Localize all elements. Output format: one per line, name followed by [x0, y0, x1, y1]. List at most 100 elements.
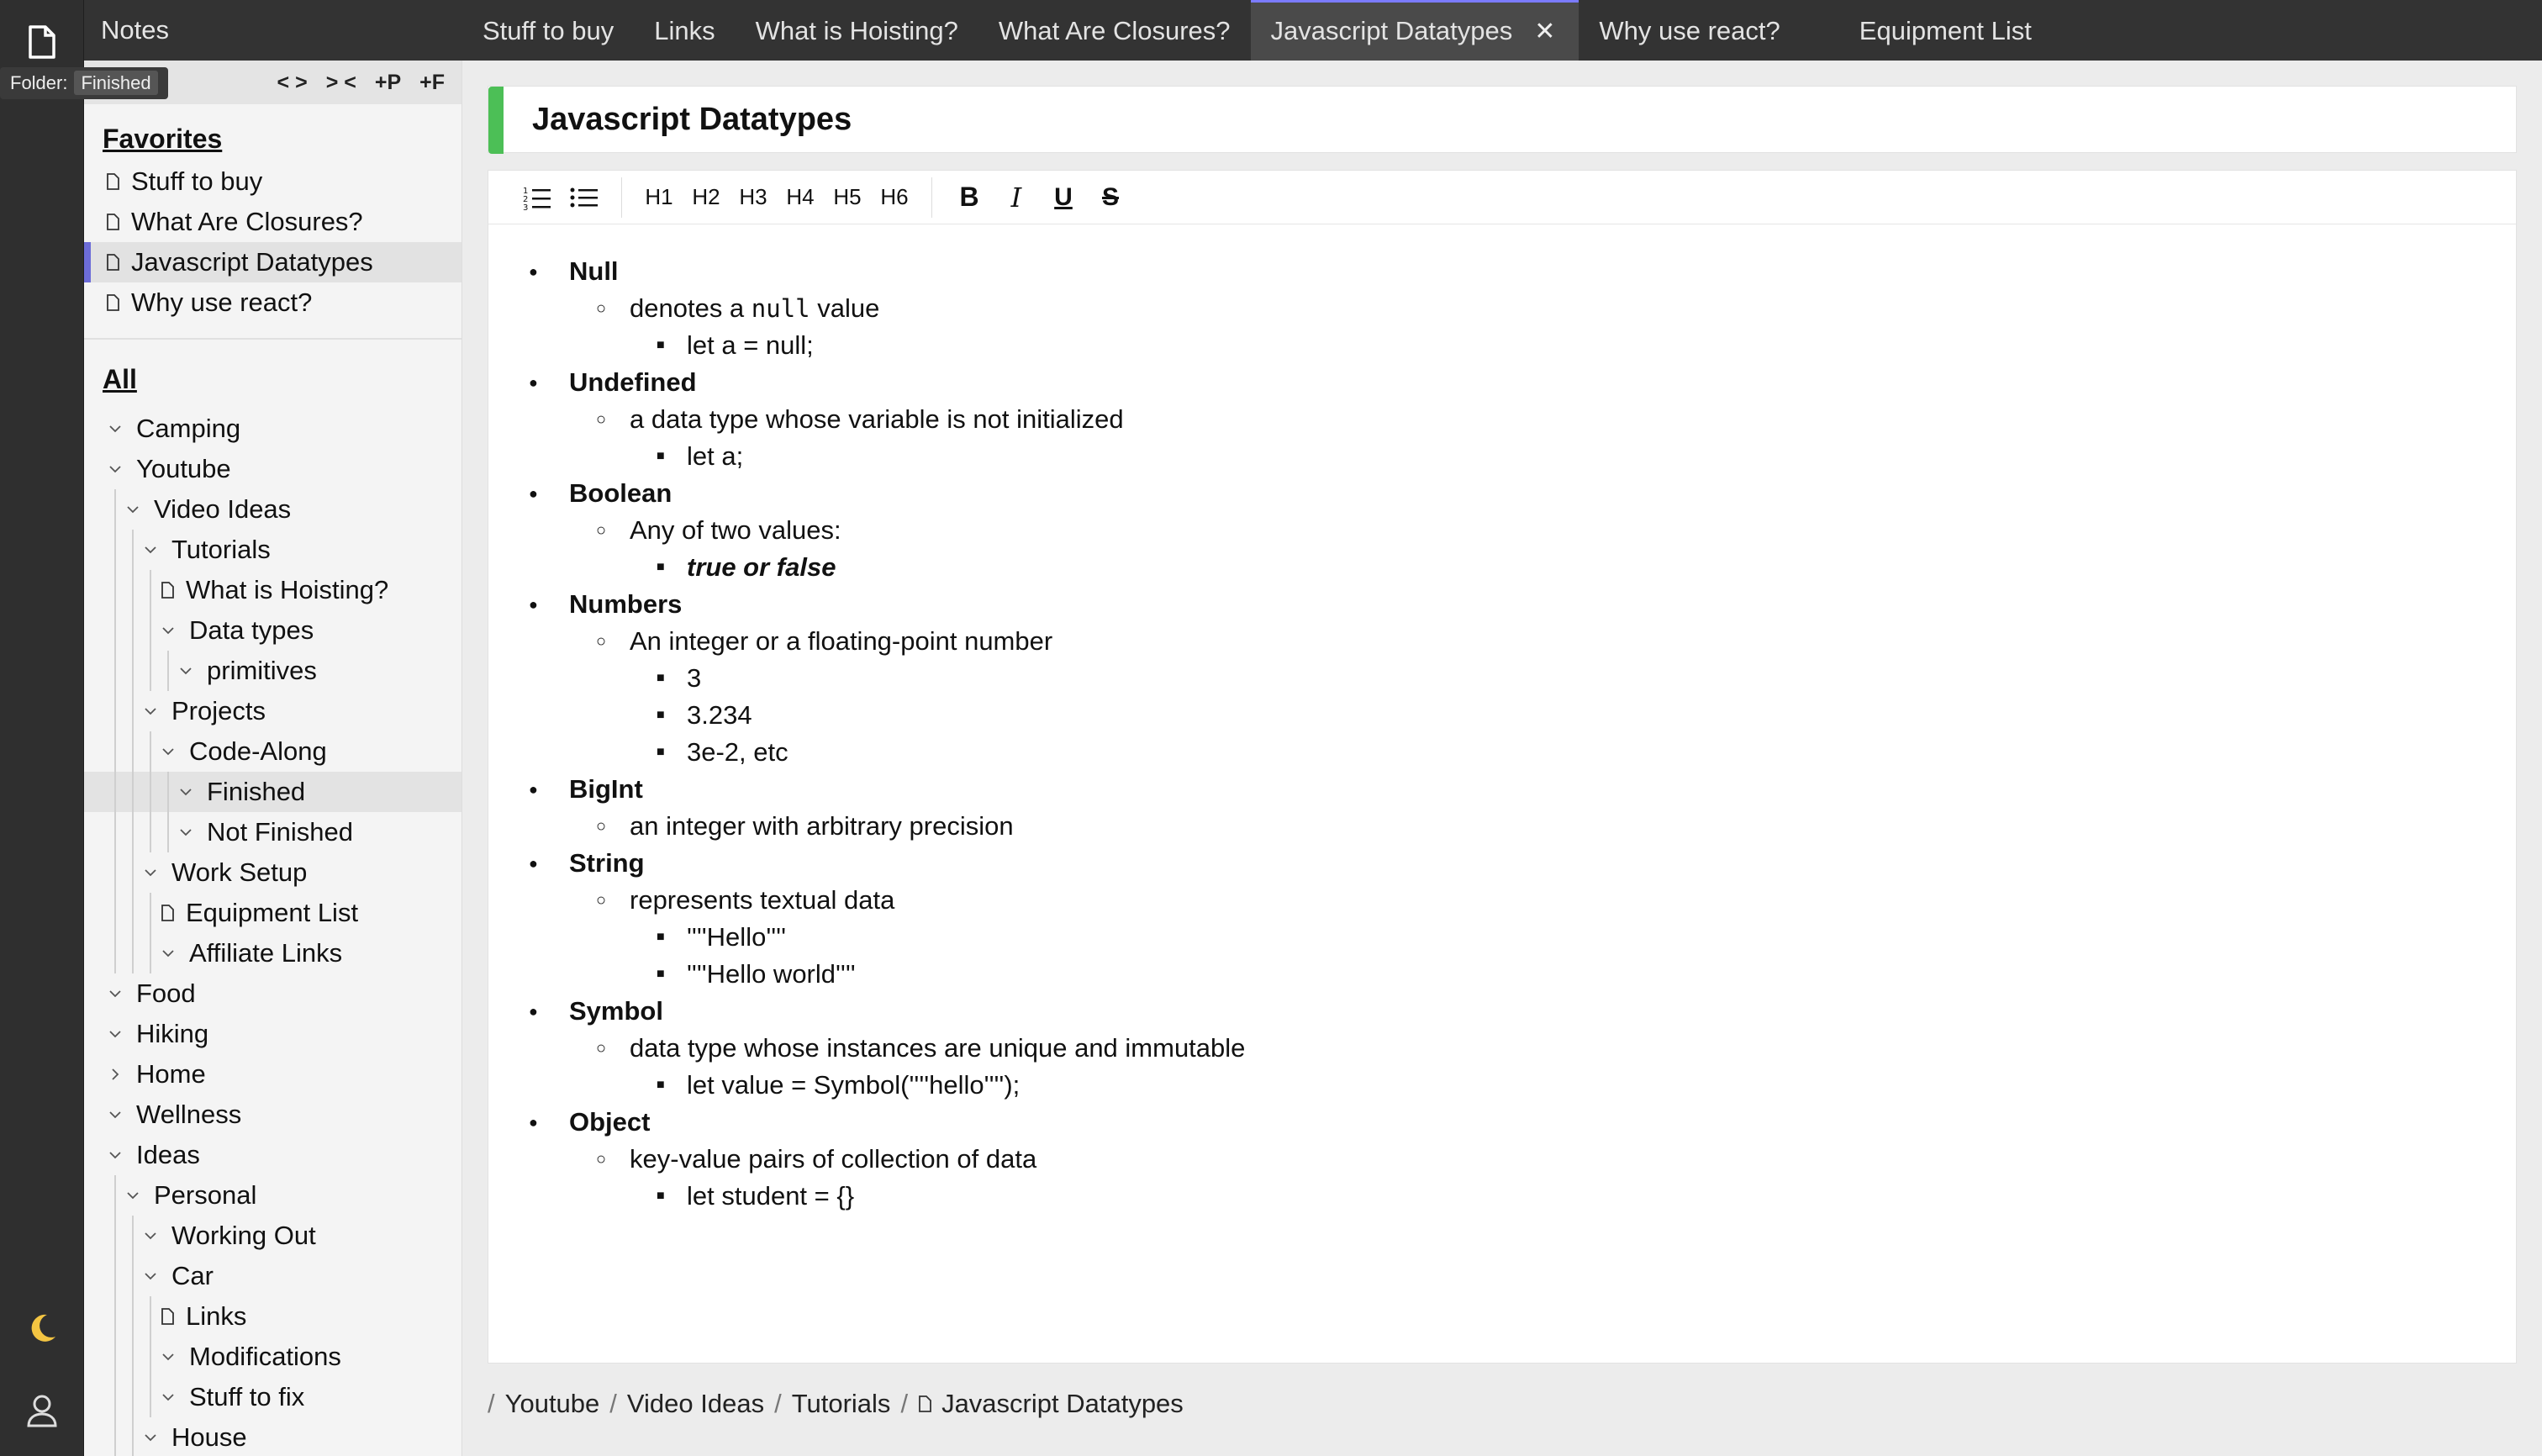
tree-item-label: primitives: [207, 656, 317, 685]
tree-guide-line: [150, 1377, 151, 1417]
tree-folder-item[interactable]: Personal: [84, 1175, 461, 1216]
new-folder-button[interactable]: +F: [419, 71, 445, 95]
tree-guide-line: [132, 852, 134, 893]
tree-folder-item[interactable]: Modifications: [84, 1337, 461, 1377]
chevron-down-icon: [124, 505, 142, 514]
file-icon: [106, 161, 119, 202]
folder-tree: Camping Youtube Video Ideas Tutorials What i…: [84, 402, 461, 1456]
breadcrumb-link[interactable]: Video Ideas: [627, 1379, 764, 1429]
chevron-down-icon: [159, 1393, 177, 1401]
favorite-item-active[interactable]: Javascript Datatypes: [84, 242, 461, 282]
tab-javascript-datatypes[interactable]: Javascript Datatypes ✕: [1250, 0, 1580, 61]
tree-folder-item[interactable]: Youtube: [84, 449, 461, 489]
tree-item-label: Food: [136, 979, 196, 1008]
underline-button[interactable]: U: [1040, 171, 1087, 224]
breadcrumb-link[interactable]: Youtube: [505, 1379, 600, 1429]
bold-button[interactable]: B: [946, 171, 993, 224]
tree-folder-item[interactable]: Affiliate Links: [84, 933, 461, 973]
heading-4-button[interactable]: H4: [777, 171, 824, 224]
tree-folder-item[interactable]: Hiking: [84, 1014, 461, 1054]
note-editor[interactable]: 123 H1 H2 H3 H4 H5 H6 B I U S Null denot…: [488, 170, 2517, 1364]
tree-folder-item[interactable]: Finished: [84, 772, 461, 812]
item-text: Any of two values:: [630, 515, 841, 545]
close-tab-icon[interactable]: ✕: [1534, 18, 1555, 45]
tab-links[interactable]: Links: [634, 0, 735, 61]
item-text: represents textual data: [630, 885, 895, 915]
tree-file-item[interactable]: Equipment List: [84, 893, 461, 933]
tree-item-label: Car: [171, 1261, 214, 1290]
tree-folder-item[interactable]: primitives: [84, 651, 461, 691]
tree-folder-item[interactable]: Not Finished: [84, 812, 461, 852]
title-color-tag[interactable]: [488, 87, 504, 154]
tab-why-use-react[interactable]: Why use react?: [1579, 0, 1800, 61]
tree-item-label: Video Ideas: [154, 494, 292, 524]
list-item: 3: [657, 660, 2516, 697]
dark-mode-moon-icon[interactable]: [0, 1303, 84, 1353]
tab-what-are-closures[interactable]: What Are Closures?: [978, 0, 1251, 61]
note-content[interactable]: Null denotes a null value let a = null; …: [488, 224, 2516, 1215]
tree-folder-item[interactable]: Food: [84, 973, 461, 1014]
expand-all-button[interactable]: < >: [277, 71, 308, 95]
tree-guide-line: [114, 731, 116, 772]
user-icon[interactable]: [0, 1385, 84, 1436]
tree-guide-line: [114, 1296, 116, 1337]
chevron-down-icon: [141, 1232, 160, 1240]
collapse-all-button[interactable]: > <: [326, 71, 356, 95]
breadcrumb-separator: /: [900, 1389, 909, 1418]
tree-folder-item[interactable]: Working Out: [84, 1216, 461, 1256]
tree-folder-item[interactable]: Ideas: [84, 1135, 461, 1175]
tree-item-label: Code-Along: [189, 736, 327, 766]
tab-what-is-hoisting[interactable]: What is Hoisting?: [736, 0, 978, 61]
tree-item-label: Tutorials: [171, 535, 271, 564]
list-item: Null denotes a null value let a = null;: [529, 253, 2516, 364]
favorite-label: Why use react?: [131, 288, 313, 317]
list-item: let value = Symbol(''''hello'''');: [657, 1067, 2516, 1104]
tab-label: Equipment List: [1859, 16, 2032, 45]
tree-file-item[interactable]: What is Hoisting?: [84, 570, 461, 610]
favorite-item[interactable]: Why use react?: [84, 282, 461, 323]
tree-folder-item[interactable]: Work Setup: [84, 852, 461, 893]
heading-3-button[interactable]: H3: [730, 171, 777, 224]
breadcrumb: / Youtube / Video Ideas / Tutorials / Ja…: [488, 1379, 1184, 1429]
tree-file-item[interactable]: Links: [84, 1296, 461, 1337]
tab-equipment-list[interactable]: Equipment List: [1801, 0, 2052, 61]
tree-folder-item[interactable]: Wellness: [84, 1095, 461, 1135]
chevron-down-icon: [141, 1272, 160, 1280]
tree-folder-item[interactable]: Camping: [84, 409, 461, 449]
strikethrough-button[interactable]: S: [1087, 171, 1134, 224]
list-item: ''''Hello world'''': [657, 956, 2516, 993]
tree-folder-item[interactable]: Projects: [84, 691, 461, 731]
tree-item-label: Affiliate Links: [189, 938, 343, 968]
bullet-list-icon[interactable]: [561, 171, 608, 224]
heading-5-button[interactable]: H5: [824, 171, 871, 224]
tree-folder-item[interactable]: Data types: [84, 610, 461, 651]
favorites-heading[interactable]: Favorites: [84, 116, 461, 161]
note-title[interactable]: Javascript Datatypes: [532, 102, 852, 138]
list-item: true or false: [657, 549, 2516, 586]
toolbar-divider: [931, 177, 932, 218]
tree-guide-line: [150, 651, 151, 691]
heading-1-button[interactable]: H1: [636, 171, 683, 224]
tree-item-label: Personal: [154, 1180, 257, 1210]
breadcrumb-link[interactable]: Tutorials: [792, 1379, 891, 1429]
tree-folder-item[interactable]: Tutorials: [84, 530, 461, 570]
tab-stuff-to-buy[interactable]: Stuff to buy: [462, 0, 634, 61]
tree-folder-item[interactable]: Video Ideas: [84, 489, 461, 530]
notes-app-icon[interactable]: [0, 17, 84, 67]
heading-6-button[interactable]: H6: [871, 171, 918, 224]
new-page-button[interactable]: +P: [375, 71, 401, 95]
tree-guide-line: [114, 933, 116, 973]
heading-2-button[interactable]: H2: [683, 171, 730, 224]
tree-folder-item[interactable]: Code-Along: [84, 731, 461, 772]
item-text: true or false: [687, 552, 836, 582]
tree-folder-item[interactable]: Home: [84, 1054, 461, 1095]
favorite-label: Stuff to buy: [131, 166, 263, 196]
favorite-item[interactable]: What Are Closures?: [84, 202, 461, 242]
tree-folder-item[interactable]: Car: [84, 1256, 461, 1296]
all-heading[interactable]: All: [84, 356, 461, 402]
favorite-item[interactable]: Stuff to buy: [84, 161, 461, 202]
tree-folder-item[interactable]: House: [84, 1417, 461, 1456]
ordered-list-icon[interactable]: 123: [514, 171, 561, 224]
tree-folder-item[interactable]: Stuff to fix: [84, 1377, 461, 1417]
italic-button[interactable]: I: [993, 171, 1040, 224]
